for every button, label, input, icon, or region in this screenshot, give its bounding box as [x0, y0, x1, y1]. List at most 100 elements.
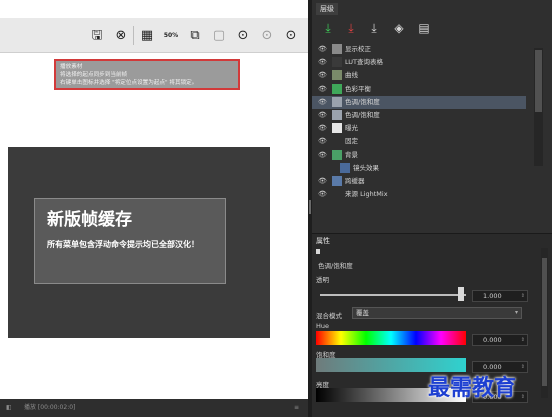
layer-row[interactable]: 👁 显示校正	[312, 43, 526, 56]
chevron-down-icon: ▾	[514, 309, 518, 316]
watermark-logo: 最需教育	[428, 376, 517, 401]
layer-thumbnail	[332, 123, 342, 134]
toolbar-separator	[133, 26, 134, 45]
layer-row[interactable]: 👁 色调/饱和度	[312, 95, 526, 109]
layer-name: 曝光	[345, 124, 358, 133]
spin-arrows-icon[interactable]: ⇕	[521, 392, 525, 402]
spin-arrows-icon[interactable]: ⇕	[521, 335, 525, 345]
delete-layer-icon[interactable]: ⤓	[343, 20, 359, 37]
save-icon[interactable]: 🖫	[88, 27, 106, 44]
layer-name: 固定	[345, 137, 358, 146]
visibility-eye-icon[interactable]: 👁	[318, 136, 327, 147]
layer-row[interactable]: 👁 来源 LightMix	[312, 188, 526, 201]
layer-row[interactable]: 👁 固定	[312, 135, 526, 148]
layer-list: 👁 显示校正 👁 LUT查询表格 👁 曲线 👁 色彩平衡 👁 色调/饱和度 👁 色调/饱和度 👁 曝光 👁 固…	[312, 42, 526, 218]
visibility-eye-icon[interactable]: 👁	[318, 84, 327, 95]
layer-name: 背景	[345, 150, 358, 159]
visibility-eye-icon[interactable]: 👁	[318, 123, 327, 134]
visibility-eye-icon[interactable]: 👁	[318, 57, 327, 68]
layer-name: 色调/饱和度	[345, 97, 380, 106]
camera-alt-icon[interactable]: ⊙	[282, 27, 300, 44]
layer-scrollbar[interactable]	[534, 48, 543, 166]
document-icon[interactable]: ▤	[416, 20, 432, 37]
camera-dim-icon[interactable]: ⊙	[258, 27, 276, 44]
zoom-icon[interactable]: 50%	[162, 27, 180, 44]
tooltip-line: 播放素材	[60, 64, 83, 70]
layer-name: 镜头效果	[353, 163, 379, 172]
layer-thumbnail	[332, 44, 342, 54]
blend-mode-select[interactable]: 覆盖 ▾	[352, 307, 522, 319]
paste-icon[interactable]: ▢	[210, 27, 228, 44]
layer-thumbnail	[332, 70, 342, 81]
layer-thumbnail	[332, 83, 342, 94]
layer-name: LUT查询表格	[345, 58, 384, 67]
cancel-icon[interactable]: ⊗	[112, 27, 130, 44]
spin-arrows-icon[interactable]: ⇕	[521, 291, 525, 301]
hue-value: 0.000	[483, 336, 502, 344]
opacity-slider-knob[interactable]	[458, 287, 464, 301]
visibility-eye-icon[interactable]: 👁	[318, 97, 327, 108]
layer-row[interactable]: 镜头效果	[312, 162, 526, 175]
info-card: 新版帧缓存 所有菜单包含浮动命令提示均已全部汉化！	[34, 198, 226, 284]
camera-icon[interactable]: ⊙	[234, 27, 252, 44]
blend-mode-label: 混合模式	[316, 312, 342, 320]
layer-row[interactable]: 👁 色彩平衡	[312, 83, 526, 96]
layer-row[interactable]: 👁 LUT查询表格	[312, 56, 526, 69]
layer-name: 跨缓器	[345, 177, 365, 185]
layer-row[interactable]: 👁 曲线	[312, 69, 526, 82]
tab-layers[interactable]: 层级	[316, 3, 338, 15]
visibility-eye-icon[interactable]: 👁	[318, 110, 327, 121]
layer-thumbnail	[332, 176, 342, 186]
properties-scrollbar[interactable]	[541, 248, 548, 398]
scroll-thumb[interactable]	[535, 50, 542, 112]
layer-name: 色调/饱和度	[345, 111, 380, 119]
copy-icon[interactable]: ⧉	[186, 27, 204, 44]
layer-thumbnail	[332, 189, 342, 200]
timeline-bar: ◧ 播放 [00:00:02:0] ≡	[0, 399, 308, 417]
spin-arrows-icon[interactable]: ⇕	[521, 362, 525, 372]
hue-field[interactable]: 0.000 ⇕	[472, 334, 528, 346]
timeline-toggle-icon[interactable]: ◧	[6, 399, 12, 417]
selected-layer-name: 色调/饱和度	[318, 262, 353, 270]
divider-grip[interactable]	[309, 200, 311, 214]
preview-toolbar: 🖫 ⊗ ▦ 50% ⧉ ▢ ⊙ ⊙ ⊙	[0, 18, 308, 53]
card-title: 新版帧缓存	[47, 210, 132, 230]
layer-name: 曲线	[345, 71, 358, 80]
layers-panel: 层级 ⤓ ⤓ ⤓ ◈ ▤ 👁 显示校正 👁 LUT查询表格 👁 曲线 👁 色彩平衡 👁 色调/饱和…	[312, 0, 552, 417]
preview-frame: 新版帧缓存 所有菜单包含浮动命令提示均已全部汉化！	[8, 147, 270, 338]
layer-row[interactable]: 👁 背景	[312, 149, 526, 162]
timeline-menu-icon[interactable]: ≡	[294, 399, 299, 417]
visibility-eye-icon[interactable]: 👁	[318, 150, 327, 161]
merge-layer-icon[interactable]: ⤓	[366, 20, 382, 37]
layer-name: 来源 LightMix	[345, 190, 388, 199]
visibility-eye-icon[interactable]: 👁	[318, 70, 327, 81]
layer-thumbnail	[332, 136, 342, 147]
hue-gradient-slider[interactable]	[316, 331, 466, 345]
tooltip-line: 右键单击图标并选择 "将定位点设置为起点" 将其锁定。	[60, 80, 198, 86]
visibility-eye-icon[interactable]: 👁	[318, 44, 327, 55]
layer-thumbnail	[340, 162, 350, 173]
layer-thumbnail	[332, 96, 342, 107]
resize-handle[interactable]	[316, 249, 320, 254]
layer-thumbnail	[332, 149, 342, 160]
scroll-thumb[interactable]	[542, 258, 547, 386]
layer-row[interactable]: 👁 跨缓器	[312, 175, 526, 188]
opacity-label: 透明	[316, 276, 329, 284]
timeline-label: 播放 [00:00:02:0]	[24, 404, 76, 411]
layers-icon[interactable]: ◈	[391, 20, 407, 37]
layer-row[interactable]: 👁 曝光	[312, 122, 526, 135]
visibility-eye-icon[interactable]: 👁	[318, 176, 327, 187]
tooltip-line: 将选择的起点同步到当前帧	[60, 72, 128, 78]
layer-row[interactable]: 👁 色调/饱和度	[312, 109, 526, 122]
add-layer-icon[interactable]: ⤓	[320, 20, 336, 37]
layer-toolbar: ⤓ ⤓ ⤓ ◈ ▤	[312, 16, 552, 42]
opacity-field[interactable]: 1.000 ⇕	[472, 290, 528, 302]
visibility-eye-icon[interactable]: 👁	[318, 189, 327, 200]
opacity-slider-track[interactable]	[320, 294, 466, 296]
hue-label: Hue	[316, 322, 330, 330]
card-description: 所有菜单包含浮动命令提示均已全部汉化！	[47, 240, 199, 249]
grid-icon[interactable]: ▦	[138, 27, 156, 44]
tooltip: 播放素材 将选择的起点同步到当前帧 右键单击图标并选择 "将定位点设置为起点" …	[54, 59, 240, 90]
blend-mode-value: 覆盖	[356, 309, 369, 317]
properties-header: 属性	[316, 237, 330, 245]
